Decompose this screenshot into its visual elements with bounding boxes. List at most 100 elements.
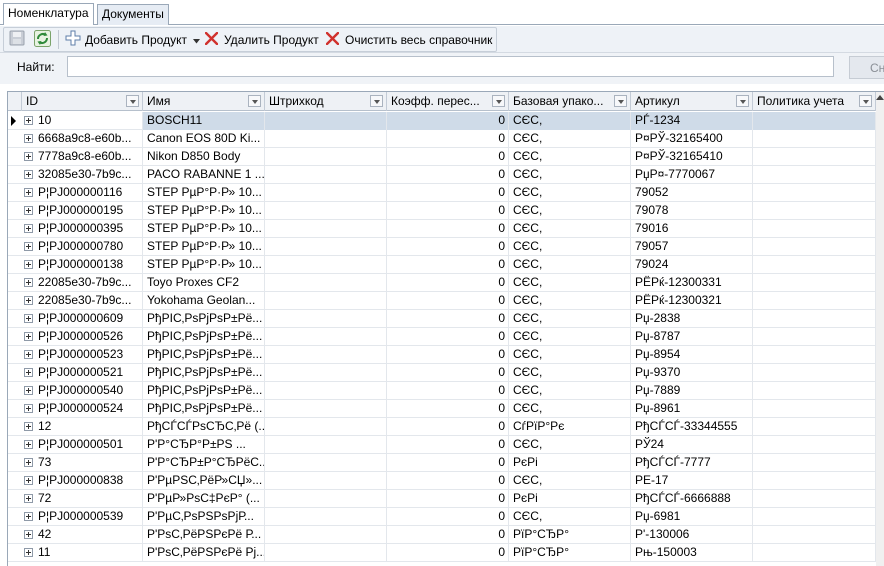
cell-base-unit[interactable]: СЄС, bbox=[509, 256, 631, 274]
row-indicator[interactable] bbox=[8, 346, 22, 364]
cell-name[interactable]: Canon EOS 80D Ki... bbox=[143, 130, 265, 148]
cell-coef[interactable]: 0 bbox=[387, 544, 509, 562]
row-indicator[interactable] bbox=[8, 400, 22, 418]
vertical-scrollbar[interactable] bbox=[876, 92, 884, 566]
cell-barcode[interactable] bbox=[265, 256, 387, 274]
cell-name[interactable]: STEP РµР°Р·Р» 10... bbox=[143, 256, 265, 274]
row-indicator[interactable] bbox=[8, 490, 22, 508]
cell-coef[interactable]: 0 bbox=[387, 508, 509, 526]
filter-dropdown-icon[interactable] bbox=[492, 95, 505, 107]
cell-article[interactable]: РђСЃСЃ-33344555 bbox=[631, 418, 753, 436]
cell-coef[interactable]: 0 bbox=[387, 220, 509, 238]
cell-name[interactable]: Р'Р°СЂР±Р°СЂРёС... bbox=[143, 454, 265, 472]
cell-article[interactable]: РђСЃСЃ-7777 bbox=[631, 454, 753, 472]
table-row[interactable]: Р¦РЈ000000539 Р'РµС‚РѕРЅРѕРјР... 0 СЄС, Рџ-6… bbox=[8, 508, 884, 526]
cell-coef[interactable]: 0 bbox=[387, 184, 509, 202]
cell-policy[interactable] bbox=[753, 184, 876, 202]
cell-article[interactable]: 79057 bbox=[631, 238, 753, 256]
cell-article[interactable]: Р¤РЎ-32165400 bbox=[631, 130, 753, 148]
cell-coef[interactable]: 0 bbox=[387, 238, 509, 256]
chevron-down-icon[interactable] bbox=[192, 33, 200, 47]
cell-base-unit[interactable]: СЄС, bbox=[509, 112, 631, 130]
cell-article[interactable]: Рњ-150003 bbox=[631, 544, 753, 562]
cell-article[interactable]: РЁРќ-12300331 bbox=[631, 274, 753, 292]
expand-row-icon[interactable] bbox=[24, 512, 33, 521]
cell-base-unit[interactable]: СЄС, bbox=[509, 328, 631, 346]
cell-base-unit[interactable]: РїР°СЂР° bbox=[509, 526, 631, 544]
row-indicator[interactable] bbox=[8, 238, 22, 256]
cell-policy[interactable] bbox=[753, 400, 876, 418]
cell-name[interactable]: Р'РµР»РѕС‡РєР° (... bbox=[143, 490, 265, 508]
cell-barcode[interactable] bbox=[265, 454, 387, 472]
expand-row-icon[interactable] bbox=[24, 350, 33, 359]
cell-base-unit[interactable]: СЄС, bbox=[509, 508, 631, 526]
cell-name[interactable]: Р'РµС‚РѕРЅРѕРјР... bbox=[143, 508, 265, 526]
cell-id[interactable]: Р¦РЈ000000395 bbox=[22, 220, 143, 238]
cell-id[interactable]: 32085e30-7b9c... bbox=[22, 166, 143, 184]
cell-id[interactable]: Р¦РЈ000000524 bbox=[22, 400, 143, 418]
cell-id[interactable]: 73 bbox=[22, 454, 143, 472]
table-row[interactable]: 22085e30-7b9c... Yokohama Geolan... 0 СЄС, Р… bbox=[8, 292, 884, 310]
expand-row-icon[interactable] bbox=[24, 314, 33, 323]
cell-name[interactable]: STEP РµР°Р·Р» 10... bbox=[143, 238, 265, 256]
cell-policy[interactable] bbox=[753, 418, 876, 436]
cell-policy[interactable] bbox=[753, 310, 876, 328]
cell-article[interactable]: 79052 bbox=[631, 184, 753, 202]
cell-barcode[interactable] bbox=[265, 202, 387, 220]
cell-id[interactable]: Р¦РЈ000000539 bbox=[22, 508, 143, 526]
cell-name[interactable]: РђРІС‚РѕРјРѕР±Рё... bbox=[143, 382, 265, 400]
cell-barcode[interactable] bbox=[265, 472, 387, 490]
expand-row-icon[interactable] bbox=[24, 404, 33, 413]
cell-article[interactable]: Рџ-9370 bbox=[631, 364, 753, 382]
cell-base-unit[interactable]: СЄС, bbox=[509, 382, 631, 400]
column-header-barcode[interactable]: Штрихкод bbox=[265, 92, 387, 111]
expand-row-icon[interactable] bbox=[24, 494, 33, 503]
cell-policy[interactable] bbox=[753, 364, 876, 382]
filter-dropdown-icon[interactable] bbox=[126, 95, 139, 107]
cell-id[interactable]: Р¦РЈ000000780 bbox=[22, 238, 143, 256]
cell-coef[interactable]: 0 bbox=[387, 400, 509, 418]
table-row[interactable]: 72 Р'РµР»РѕС‡РєР° (... 0 РєРі РђСЃСЃ-6666888 bbox=[8, 490, 884, 508]
table-row[interactable]: Р¦РЈ000000521 РђРІС‚РѕРјРѕР±Рё... 0 СЄС, Рџ-… bbox=[8, 364, 884, 382]
column-header-name[interactable]: Имя bbox=[143, 92, 265, 111]
cell-name[interactable]: Toyo Proxes CF2 bbox=[143, 274, 265, 292]
expand-row-icon[interactable] bbox=[24, 440, 33, 449]
table-row[interactable]: 6668a9c8-e60b... Canon EOS 80D Ki... 0 СЄС,… bbox=[8, 130, 884, 148]
table-row[interactable]: Р¦РЈ000000780 STEP РµР°Р·Р» 10... 0 СЄС, 790… bbox=[8, 238, 884, 256]
cell-policy[interactable] bbox=[753, 112, 876, 130]
expand-row-icon[interactable] bbox=[24, 368, 33, 377]
cell-name[interactable]: STEP РµР°Р·Р» 10... bbox=[143, 220, 265, 238]
cell-article[interactable]: РЁРќ-12300321 bbox=[631, 292, 753, 310]
cell-id[interactable]: Р¦РЈ000000501 bbox=[22, 436, 143, 454]
cell-id[interactable]: Р¦РЈ000000540 bbox=[22, 382, 143, 400]
cell-barcode[interactable] bbox=[265, 328, 387, 346]
cell-base-unit[interactable]: СЄС, bbox=[509, 364, 631, 382]
cell-article[interactable]: 79016 bbox=[631, 220, 753, 238]
cell-barcode[interactable] bbox=[265, 130, 387, 148]
expand-row-icon[interactable] bbox=[24, 530, 33, 539]
table-row[interactable]: Р¦РЈ000000526 РђРІС‚РѕРјРѕР±Рё... 0 СЄС, Рџ-… bbox=[8, 328, 884, 346]
cell-name[interactable]: Р'РµРЅС‚РёР»СЏ»... bbox=[143, 472, 265, 490]
expand-row-icon[interactable] bbox=[24, 170, 33, 179]
cell-id[interactable]: 6668a9c8-e60b... bbox=[22, 130, 143, 148]
cell-barcode[interactable] bbox=[265, 292, 387, 310]
expand-row-icon[interactable] bbox=[24, 188, 33, 197]
cell-coef[interactable]: 0 bbox=[387, 382, 509, 400]
row-indicator[interactable] bbox=[8, 130, 22, 148]
row-indicator[interactable] bbox=[8, 220, 22, 238]
cell-coef[interactable]: 0 bbox=[387, 112, 509, 130]
cell-article[interactable]: Рџ-8787 bbox=[631, 328, 753, 346]
cell-base-unit[interactable]: СѓРїР°Рє bbox=[509, 418, 631, 436]
cell-id[interactable]: 22085e30-7b9c... bbox=[22, 274, 143, 292]
cell-coef[interactable]: 0 bbox=[387, 472, 509, 490]
table-row[interactable]: Р¦РЈ000000395 STEP РµР°Р·Р» 10... 0 СЄС, 790… bbox=[8, 220, 884, 238]
filter-dropdown-icon[interactable] bbox=[614, 95, 627, 107]
expand-row-icon[interactable] bbox=[24, 296, 33, 305]
cell-article[interactable]: 79024 bbox=[631, 256, 753, 274]
cell-barcode[interactable] bbox=[265, 508, 387, 526]
table-row[interactable]: 73 Р'Р°СЂР±Р°СЂРёС... 0 РєРі РђСЃСЃ-7777 bbox=[8, 454, 884, 472]
cell-policy[interactable] bbox=[753, 256, 876, 274]
expand-row-icon[interactable] bbox=[24, 386, 33, 395]
cell-policy[interactable] bbox=[753, 526, 876, 544]
row-indicator[interactable] bbox=[8, 148, 22, 166]
